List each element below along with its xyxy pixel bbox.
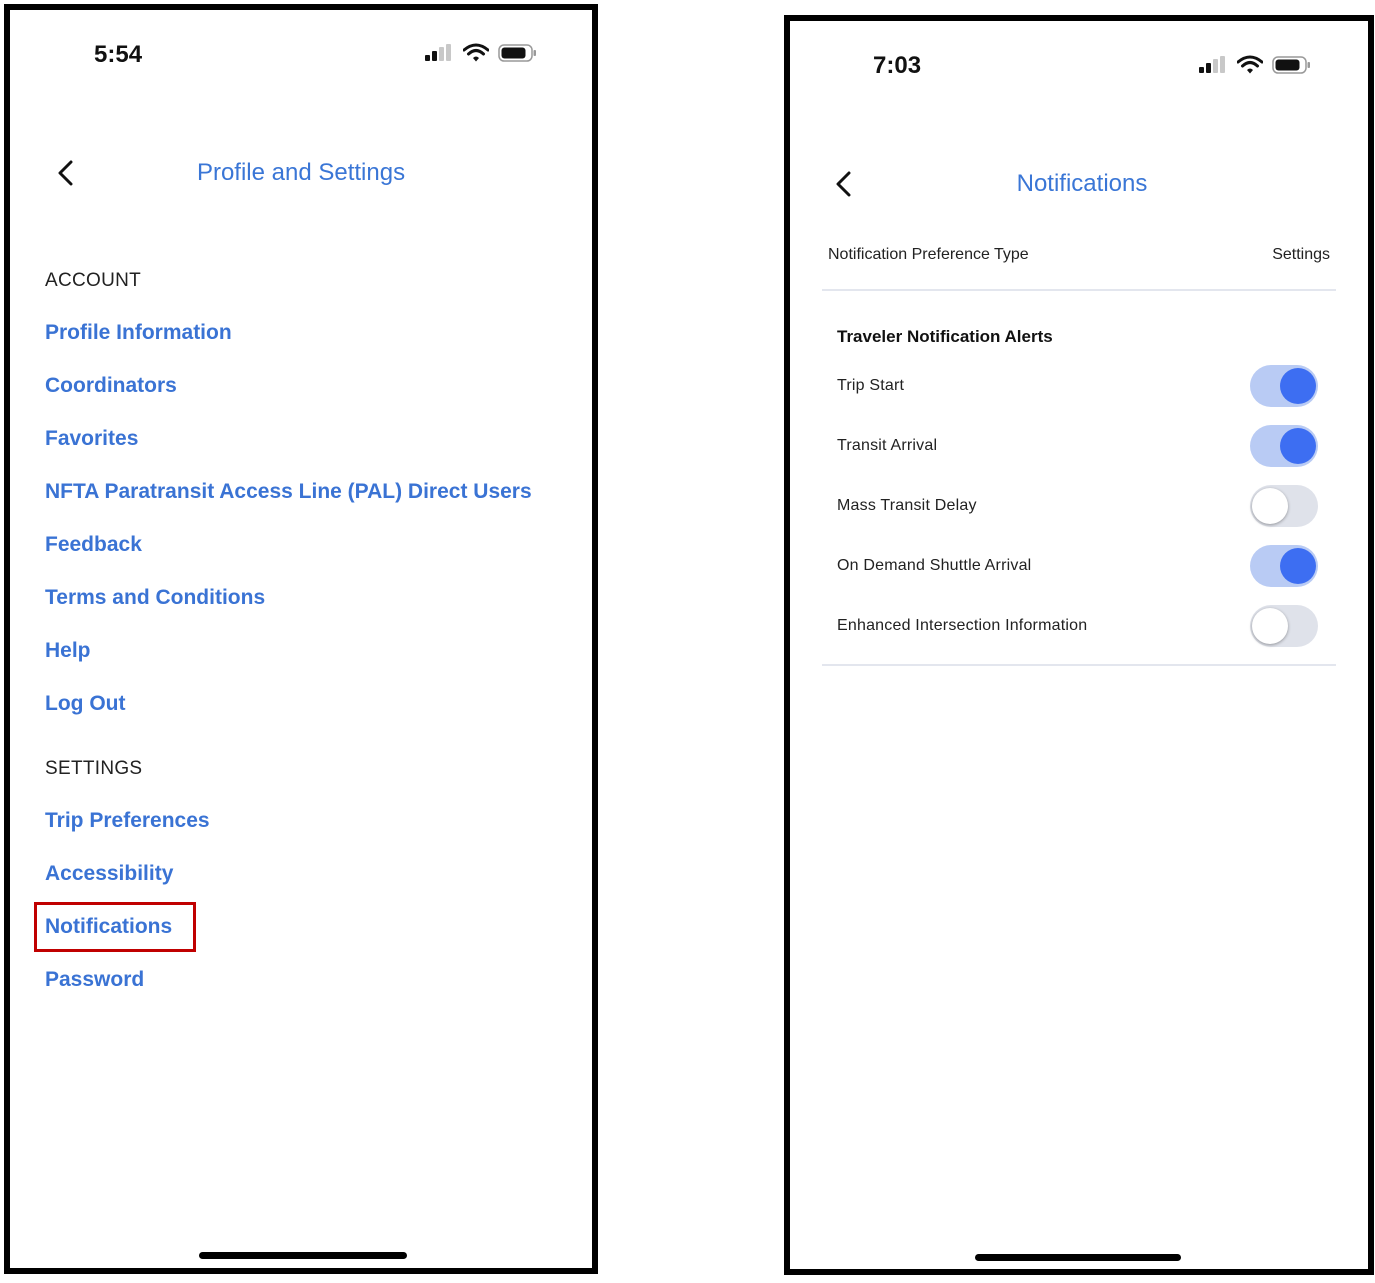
signal-icon [425, 44, 451, 61]
pref-row-transit-arrival: Transit Arrival [837, 425, 1318, 469]
pref-label: On Demand Shuttle Arrival [837, 557, 1032, 574]
settings-section-header: SETTINGS [45, 758, 143, 779]
menu-item-help[interactable]: Help [45, 639, 91, 663]
menu-item-log-out[interactable]: Log Out [45, 692, 125, 716]
pref-label: Trip Start [837, 377, 905, 394]
toggle-knob [1252, 608, 1288, 644]
battery-icon [1272, 56, 1310, 74]
notifications-highlight-box [34, 902, 196, 952]
pref-label: Transit Arrival [837, 437, 938, 454]
menu-item-feedback[interactable]: Feedback [45, 533, 142, 557]
account-section-header: ACCOUNT [45, 270, 142, 291]
notifications-screen: 7:03 Notifications Notification Preferen… [784, 15, 1374, 1275]
toggle-knob [1280, 428, 1316, 464]
menu-item-profile-information[interactable]: Profile Information [45, 321, 232, 345]
toggle-knob [1280, 368, 1316, 404]
menu-item-pal-direct-users[interactable]: NFTA Paratransit Access Line (PAL) Direc… [45, 480, 532, 504]
toggle-knob [1252, 488, 1288, 524]
nav-bar: Profile and Settings [10, 153, 592, 193]
status-icons [424, 43, 538, 63]
pref-label: Mass Transit Delay [837, 497, 977, 514]
menu-item-accessibility[interactable]: Accessibility [45, 862, 173, 886]
menu-item-favorites[interactable]: Favorites [45, 427, 138, 451]
transit-arrival-toggle[interactable] [1250, 425, 1318, 467]
pref-row-on-demand-shuttle-arrival: On Demand Shuttle Arrival [837, 545, 1318, 589]
page-title: Profile and Settings [196, 159, 406, 186]
menu-item-password[interactable]: Password [45, 968, 144, 992]
pref-row-mass-transit-delay: Mass Transit Delay [837, 485, 1318, 529]
traveler-alerts-group-title: Traveler Notification Alerts [837, 327, 1053, 346]
on-demand-shuttle-arrival-toggle[interactable] [1250, 545, 1318, 587]
mass-transit-delay-toggle[interactable] [1250, 485, 1318, 527]
signal-icon [1199, 56, 1225, 73]
pref-label: Enhanced Intersection Information [837, 617, 1088, 634]
status-icons [1198, 55, 1312, 75]
nav-bar: Notifications [790, 164, 1368, 204]
menu-item-terms-and-conditions[interactable]: Terms and Conditions [45, 586, 265, 610]
wifi-icon [463, 43, 489, 62]
enhanced-intersection-information-toggle[interactable] [1250, 605, 1318, 647]
menu-item-coordinators[interactable]: Coordinators [45, 374, 177, 398]
trip-start-toggle[interactable] [1250, 365, 1318, 407]
status-time: 5:54 [94, 41, 143, 68]
home-indicator[interactable] [975, 1254, 1181, 1261]
preference-type-column-label: Notification Preference Type [828, 246, 1029, 263]
wifi-icon [1237, 55, 1263, 74]
list-bottom-divider [822, 664, 1336, 666]
toggle-knob [1280, 548, 1316, 584]
pref-row-enhanced-intersection-information: Enhanced Intersection Information [837, 605, 1318, 649]
battery-icon [498, 44, 536, 62]
home-indicator[interactable] [199, 1252, 407, 1259]
preference-table-header: Notification Preference Type Settings [828, 246, 1330, 264]
page-title: Notifications [1016, 170, 1148, 197]
pref-row-trip-start: Trip Start [837, 365, 1318, 409]
menu-item-trip-preferences[interactable]: Trip Preferences [45, 809, 210, 833]
settings-column-label: Settings [1272, 246, 1330, 263]
header-divider [822, 289, 1336, 291]
profile-settings-screen: 5:54 Profile and Settings ACCOUNT Profil… [4, 4, 598, 1274]
status-time: 7:03 [873, 52, 922, 79]
